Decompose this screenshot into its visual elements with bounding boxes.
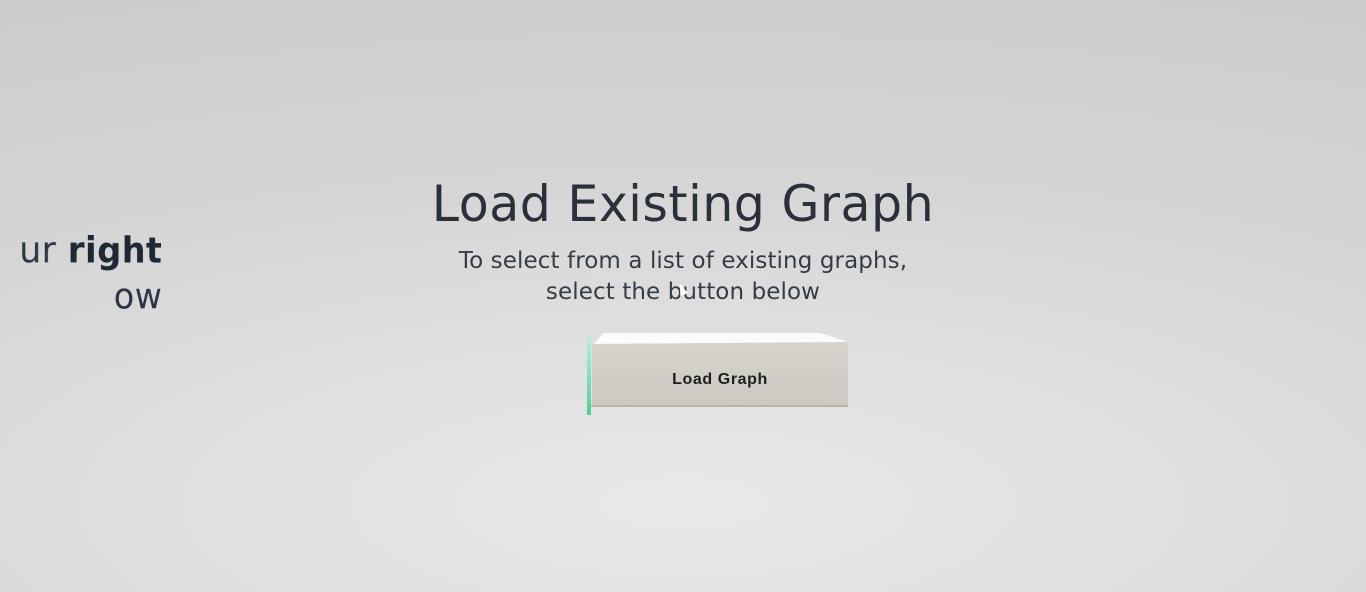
side-panel-line-1: ur right	[0, 226, 162, 274]
load-graph-button-label: Load Graph	[672, 371, 768, 388]
side-panel-text-light: ur	[19, 229, 68, 272]
button-bottom-edge	[591, 405, 848, 407]
button-face[interactable]: Load Graph	[592, 342, 848, 406]
side-instruction-panel: ur right ow	[0, 226, 162, 322]
button-side-accent	[587, 337, 591, 415]
vr-scene: ur right ow Load Existing Graph To selec…	[0, 0, 1366, 592]
load-graph-button[interactable]: Load Graph	[587, 333, 851, 417]
panel-subtitle-line-1: To select from a list of existing graphs…	[458, 248, 908, 274]
side-panel-text-bold: right	[67, 229, 163, 272]
side-panel-line-2: ow	[113, 275, 163, 318]
panel-title: Load Existing Graph	[431, 175, 935, 233]
